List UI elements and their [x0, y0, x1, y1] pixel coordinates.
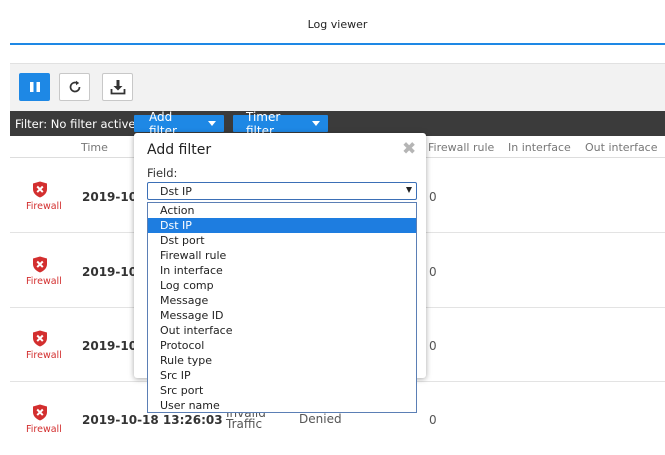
toolbar — [10, 63, 665, 111]
field-label: Field: — [147, 166, 178, 180]
field-option[interactable]: Firewall rule — [148, 248, 416, 263]
title-bar: Log viewer — [10, 0, 665, 45]
firewall-shield-icon — [33, 256, 47, 273]
firewall-rule-cell: 0 — [429, 339, 437, 353]
download-button[interactable] — [102, 73, 133, 101]
field-option[interactable]: Message — [148, 293, 416, 308]
column-header-in-interface[interactable]: In interface — [508, 141, 571, 154]
refresh-button[interactable] — [59, 73, 90, 101]
dropdown-arrow-icon — [406, 187, 412, 193]
firewall-shield-icon — [33, 404, 47, 421]
field-option[interactable]: User name — [148, 398, 416, 413]
time-cell: 2019-10-18 13:26:03 — [82, 413, 223, 427]
reason-cell-line2: Traffic — [226, 417, 263, 431]
field-select[interactable]: Dst IP — [147, 182, 417, 200]
firewall-rule-cell: 0 — [429, 265, 437, 279]
column-header-time[interactable]: Time — [81, 141, 108, 154]
field-option[interactable]: Src IP — [148, 368, 416, 383]
module-label: Firewall — [26, 201, 62, 212]
module-label: Firewall — [26, 276, 62, 287]
field-select-value: Dst IP — [160, 185, 192, 198]
add-filter-button[interactable]: Add filter — [134, 110, 224, 138]
field-option[interactable]: Out interface — [148, 323, 416, 338]
pause-icon — [29, 82, 40, 92]
firewall-shield-icon — [33, 330, 47, 347]
column-header-out-interface[interactable]: Out interface — [585, 141, 658, 154]
page-title: Log viewer — [307, 18, 368, 31]
field-option[interactable]: Log comp — [148, 278, 416, 293]
timer-filter-button[interactable]: Timer filter — [233, 110, 328, 138]
field-option[interactable]: Dst port — [148, 233, 416, 248]
field-options-list: Action Dst IP Dst port Firewall rule In inte… — [147, 202, 417, 413]
field-option[interactable]: Src port — [148, 383, 416, 398]
firewall-shield-icon — [33, 181, 47, 198]
pause-button[interactable] — [19, 73, 50, 101]
chevron-down-icon — [208, 121, 216, 126]
close-icon[interactable]: ✖ — [402, 139, 416, 159]
field-option[interactable]: In interface — [148, 263, 416, 278]
field-option[interactable]: Rule type — [148, 353, 416, 368]
firewall-rule-cell: 0 — [429, 190, 437, 204]
download-icon — [110, 80, 125, 95]
field-option[interactable]: Protocol — [148, 338, 416, 353]
field-option[interactable]: Message ID — [148, 308, 416, 323]
refresh-icon — [69, 80, 80, 93]
module-label: Firewall — [26, 424, 62, 435]
dialog-title: Add filter — [147, 142, 212, 158]
field-option[interactable]: Action — [148, 203, 416, 218]
module-label: Firewall — [26, 350, 62, 361]
column-header-firewall-rule[interactable]: Firewall rule — [428, 141, 494, 154]
chevron-down-icon — [312, 121, 320, 126]
field-option[interactable]: Dst IP — [148, 218, 416, 233]
firewall-rule-cell: 0 — [429, 413, 437, 427]
filter-status-label: Filter: No filter active — [15, 117, 136, 131]
status-cell: Denied — [299, 412, 342, 426]
